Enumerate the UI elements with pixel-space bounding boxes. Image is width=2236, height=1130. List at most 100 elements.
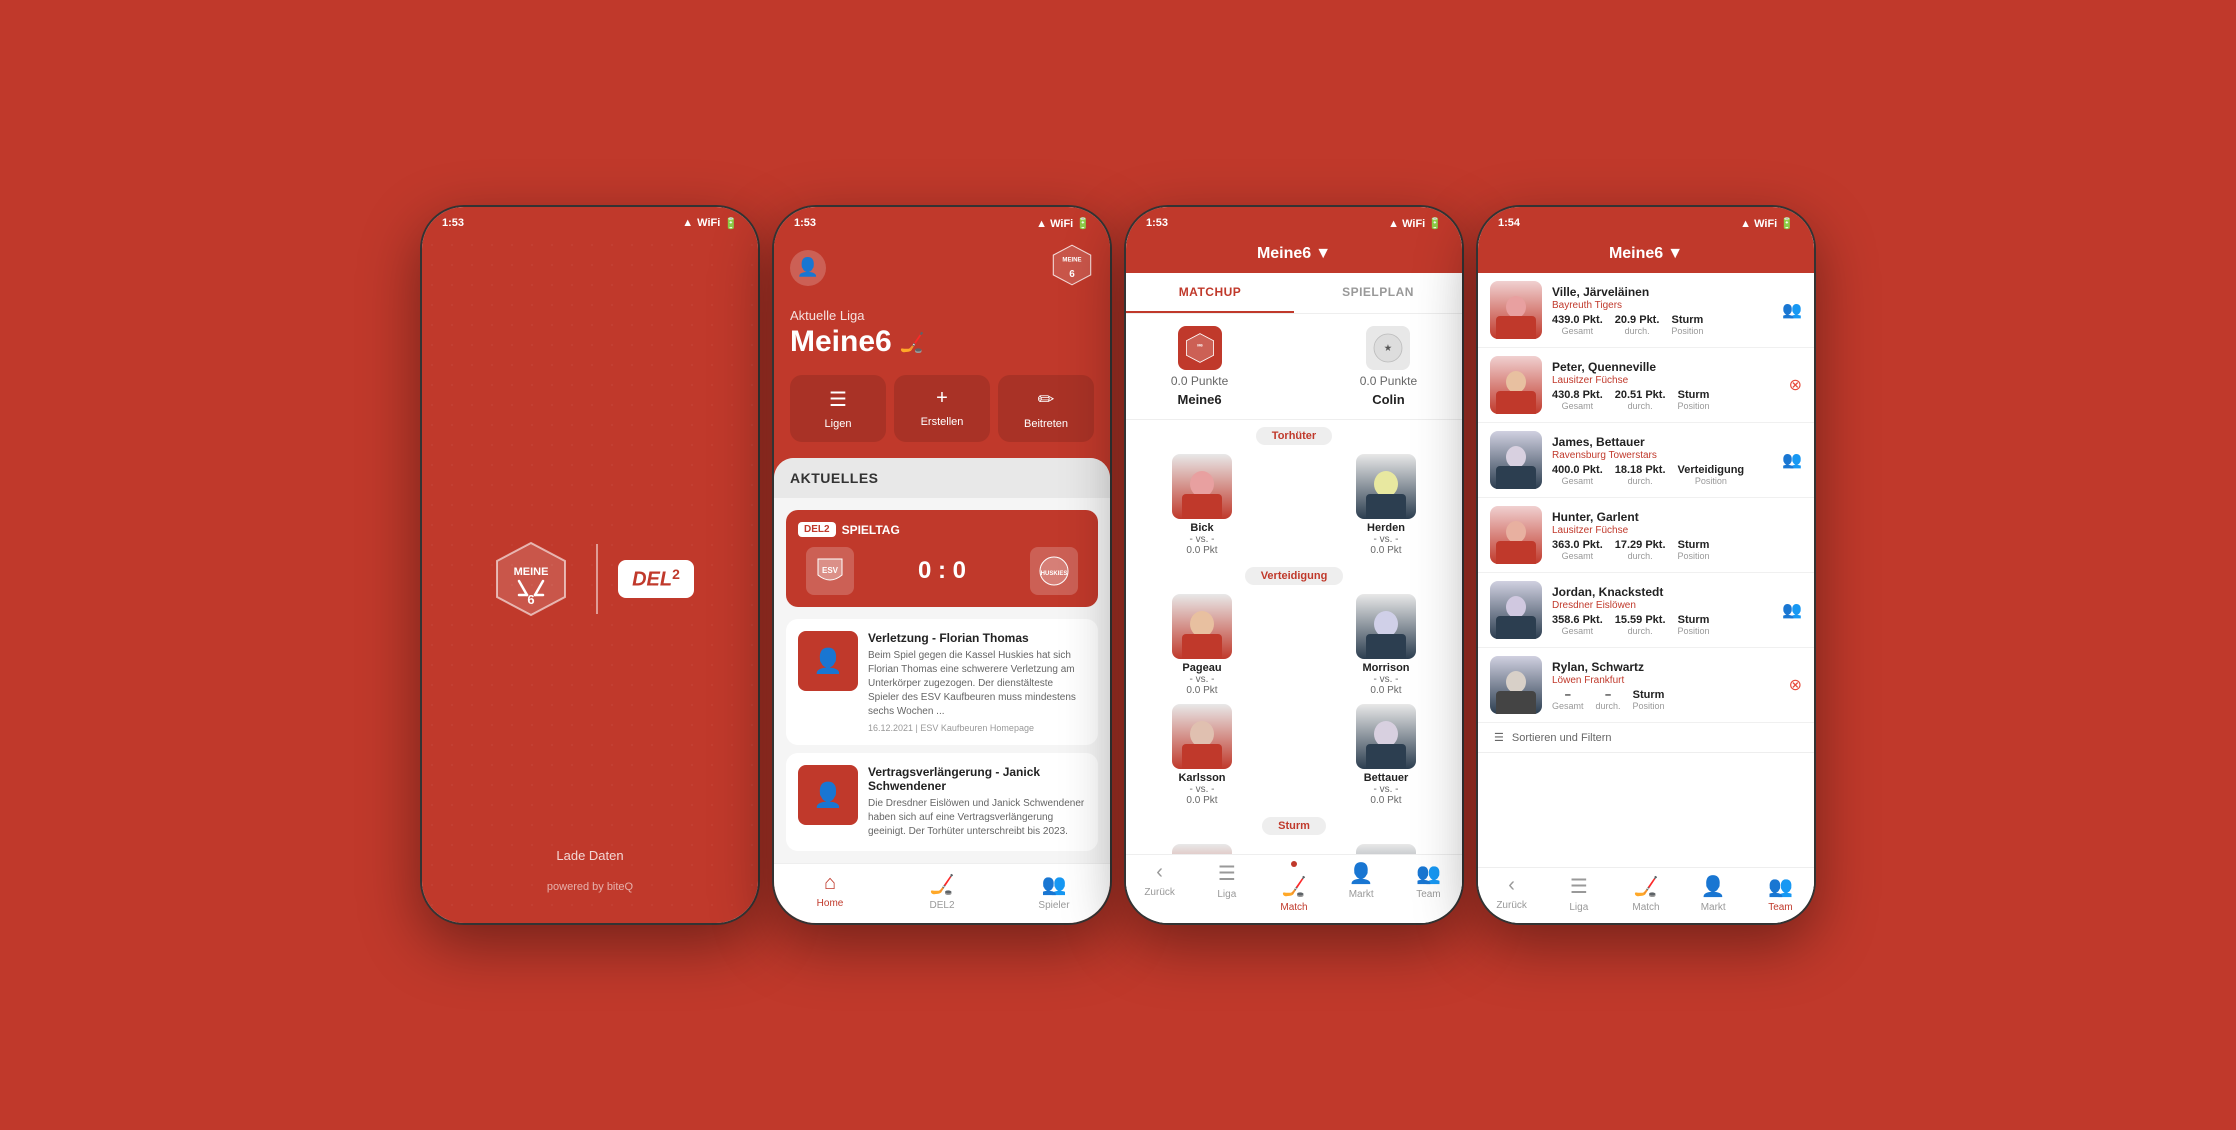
bettauer-name: Bettauer bbox=[1364, 772, 1409, 784]
player-avatar-2 bbox=[1490, 431, 1542, 489]
karlsson-avatar bbox=[1172, 704, 1232, 769]
player-name-5: Rylan, Schwartz bbox=[1552, 660, 1779, 674]
news-item-0[interactable]: 👤 Verletzung - Florian Thomas Beim Spiel… bbox=[786, 619, 1098, 745]
player-knackstedt: Knackstedt - vs. - 0.0 Pkt bbox=[1326, 844, 1446, 854]
nav-liga-3[interactable]: ☰ Liga bbox=[1193, 861, 1260, 913]
home-content: AKTUELLES DEL2 SPIELTAG ESV 0 : 0 bbox=[774, 458, 1110, 863]
user-avatar[interactable]: 👤 bbox=[790, 250, 826, 286]
news-meta-0: 16.12.2021 | ESV Kaufbeuren Homepage bbox=[868, 723, 1086, 733]
action-icon-2: 👥 bbox=[1782, 450, 1802, 470]
action-icon-0: 👥 bbox=[1782, 300, 1802, 320]
spieltag-badge: DEL2 SPIELTAG bbox=[798, 522, 1086, 537]
liga-section: Aktuelle Liga Meine6 🏒 bbox=[774, 304, 1110, 375]
bettauer-avatar bbox=[1356, 704, 1416, 769]
spieltag-card: DEL2 SPIELTAG ESV 0 : 0 HUSKIES bbox=[786, 510, 1098, 607]
news-item-1[interactable]: 👤 Vertragsverlängerung - Janick Schwende… bbox=[786, 753, 1098, 851]
matchup-body: Meine6 ▼ MATCHUP SPIELPLAN M6 0.0 Punkte… bbox=[1126, 235, 1462, 923]
team-body: Meine6 ▼ Ville, Järveläinen Bayreuth Tig… bbox=[1478, 235, 1814, 923]
nav-back-3[interactable]: ‹ Zurück bbox=[1126, 861, 1193, 913]
tab-matchup[interactable]: MATCHUP bbox=[1126, 273, 1294, 313]
bottom-nav-2: ⌂ Home 🏒 DEL2 👥 Spieler bbox=[774, 863, 1110, 923]
tab-spielplan[interactable]: SPIELPLAN bbox=[1294, 273, 1462, 313]
status-time-4: 1:54 bbox=[1498, 217, 1520, 229]
player-team-5: Löwen Frankfurt bbox=[1552, 675, 1779, 686]
erstellen-button[interactable]: + Erstellen bbox=[894, 375, 990, 442]
liga-name: Meine6 🏒 bbox=[790, 325, 1094, 359]
liga-label: Aktuelle Liga bbox=[790, 308, 1094, 323]
status-bar-2: 1:53 ▲ WiFi 🔋 bbox=[774, 207, 1110, 235]
player-name-1: Peter, Quenneville bbox=[1552, 360, 1779, 374]
nav-team-4[interactable]: 👥 Team bbox=[1747, 874, 1814, 913]
position-torhuter: Torhüter bbox=[1256, 427, 1332, 445]
match-display: ESV 0 : 0 HUSKIES bbox=[798, 547, 1086, 595]
player-list-item-2[interactable]: James, Bettauer Ravensburg Towerstars 40… bbox=[1478, 423, 1814, 498]
right-team: ★ 0.0 Punkte Colin bbox=[1360, 326, 1417, 407]
karlsson-name: Karlsson bbox=[1178, 772, 1225, 784]
news-title-0: Verletzung - Florian Thomas bbox=[868, 631, 1086, 645]
nav-back-4[interactable]: ‹ Zurück bbox=[1478, 874, 1545, 913]
player-list-item-5[interactable]: Rylan, Schwartz Löwen Frankfurt – Gesamt… bbox=[1478, 648, 1814, 723]
left-team-logo: M6 bbox=[1178, 326, 1222, 370]
player-row-sturm: Blackwater - vs. - 0.0 Pkt Knackstedt - … bbox=[1126, 840, 1462, 854]
nav-spieler[interactable]: 👥 Spieler bbox=[998, 872, 1110, 911]
svg-text:MEINE: MEINE bbox=[1062, 258, 1081, 264]
player-list-item-0[interactable]: Ville, Järveläinen Bayreuth Tigers 439.0… bbox=[1478, 273, 1814, 348]
player-avatar-0 bbox=[1490, 281, 1542, 339]
phone-matchup: 1:53 ▲ WiFi 🔋 Meine6 ▼ MATCHUP SPIELPLAN… bbox=[1124, 205, 1464, 925]
aktuelles-header: AKTUELLES bbox=[774, 458, 1110, 498]
player-avatar-3 bbox=[1490, 506, 1542, 564]
nav-match-4[interactable]: 🏒 Match bbox=[1612, 874, 1679, 913]
nav-home[interactable]: ⌂ Home bbox=[774, 872, 886, 911]
beitreten-button[interactable]: ✏ Beitreten bbox=[998, 375, 1094, 442]
player-team-1: Lausitzer Füchse bbox=[1552, 375, 1779, 386]
news-thumb-0: 👤 bbox=[798, 631, 858, 691]
nav-markt-3[interactable]: 👤 Markt bbox=[1328, 861, 1395, 913]
bick-name: Bick bbox=[1190, 522, 1213, 534]
action-icon-1: ⊗ bbox=[1789, 375, 1802, 395]
home-body: 👤 MEINE 6 Aktuelle Liga Meine6 🏒 ☰ Ligen bbox=[774, 235, 1110, 923]
nav-del2[interactable]: 🏒 DEL2 bbox=[886, 872, 998, 911]
nav-match-3[interactable]: 🏒 Match bbox=[1260, 861, 1327, 913]
player-name-0: Ville, Järveläinen bbox=[1552, 285, 1772, 299]
home-header: 👤 MEINE 6 bbox=[774, 235, 1110, 304]
status-time-1: 1:53 bbox=[442, 217, 464, 229]
player-list-item-3[interactable]: Hunter, Garlent Lausitzer Füchse 363.0 P… bbox=[1478, 498, 1814, 573]
knackstedt-avatar bbox=[1356, 844, 1416, 854]
svg-text:★: ★ bbox=[1385, 343, 1393, 352]
nav-team-3[interactable]: 👥 Team bbox=[1395, 861, 1462, 913]
position-verteidigung: Verteidigung bbox=[1245, 567, 1344, 585]
matchup-teams: M6 0.0 Punkte Meine6 ★ 0.0 Punkte Colin bbox=[1126, 314, 1462, 420]
sort-bar[interactable]: ☰ Sortieren und Filtern bbox=[1478, 723, 1814, 753]
svg-text:6: 6 bbox=[1069, 269, 1075, 280]
right-punkte: 0.0 Punkte bbox=[1360, 374, 1417, 388]
herden-name: Herden bbox=[1367, 522, 1405, 534]
player-team-0: Bayreuth Tigers bbox=[1552, 300, 1772, 311]
player-name-2: James, Bettauer bbox=[1552, 435, 1772, 449]
player-team-2: Ravensburg Towerstars bbox=[1552, 450, 1772, 461]
morrison-name: Morrison bbox=[1362, 662, 1409, 674]
player-bick: Bick - vs. - 0.0 Pkt bbox=[1142, 454, 1262, 556]
del2-logo: DEL2 bbox=[618, 560, 694, 597]
position-sturm: Sturm bbox=[1262, 817, 1326, 835]
player-list-item-1[interactable]: Peter, Quenneville Lausitzer Füchse 430.… bbox=[1478, 348, 1814, 423]
player-list-item-4[interactable]: Jordan, Knackstedt Dresdner Eislöwen 358… bbox=[1478, 573, 1814, 648]
player-row-torh: Bick - vs. - 0.0 Pkt Herden - vs. - 0.0 … bbox=[1126, 450, 1462, 560]
phone-splash: 1:53 ▲ WiFi 🔋 MEINE 6 bbox=[420, 205, 760, 925]
player-avatar-1 bbox=[1490, 356, 1542, 414]
status-bar-4: 1:54 ▲ WiFi 🔋 bbox=[1478, 207, 1814, 235]
meine6-header-logo: MEINE 6 bbox=[1050, 243, 1094, 292]
player-avatar-5 bbox=[1490, 656, 1542, 714]
meine6-logo: MEINE 6 bbox=[486, 534, 576, 624]
svg-text:ESV: ESV bbox=[822, 566, 839, 575]
nav-markt-4[interactable]: 👤 Markt bbox=[1680, 874, 1747, 913]
player-name-3: Hunter, Garlent bbox=[1552, 510, 1792, 524]
splash-body: MEINE 6 DEL2 Lade Daten powered by biteQ bbox=[422, 235, 758, 923]
team-header-bar: Meine6 ▼ bbox=[1478, 235, 1814, 273]
ligen-button[interactable]: ☰ Ligen bbox=[790, 375, 886, 442]
news-body-1: Die Dresdner Eislöwen und Janick Schwend… bbox=[868, 797, 1086, 839]
bick-avatar bbox=[1172, 454, 1232, 519]
nav-liga-4[interactable]: ☰ Liga bbox=[1545, 874, 1612, 913]
logos-container: MEINE 6 DEL2 bbox=[486, 534, 694, 624]
score: 0 : 0 bbox=[918, 557, 966, 585]
tab-bar-matchup: MATCHUP SPIELPLAN bbox=[1126, 273, 1462, 314]
